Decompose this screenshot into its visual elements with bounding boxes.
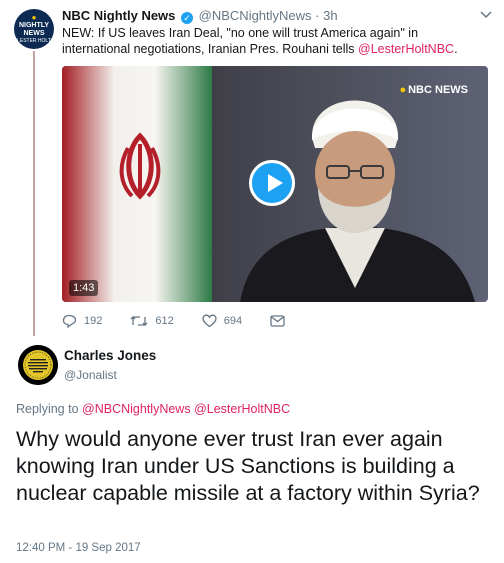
reply-author-name[interactable]: Charles Jones (64, 348, 156, 363)
mention-link[interactable]: @LesterHoltNBC (358, 42, 454, 56)
avatar-seal-image (18, 345, 58, 385)
tweet1-header: NBC Nightly News ✓ @NBCNightlyNews · 3h (62, 8, 338, 24)
reply-timestamp[interactable]: 12:40 PM - 19 Sep 2017 (16, 542, 141, 554)
replying-mention-lester[interactable]: @LesterHoltNBC (194, 402, 290, 416)
like-icon (202, 314, 217, 328)
tweet-age[interactable]: 3h (323, 8, 337, 23)
retweet-icon (130, 316, 148, 326)
reply-button[interactable]: 192 (62, 314, 102, 328)
nbc-avatar[interactable]: ● NIGHTLY NEWS LESTER HOLT (14, 9, 54, 49)
author-handle[interactable]: @NBCNightlyNews (199, 8, 312, 23)
charles-jones-avatar[interactable] (18, 345, 58, 385)
retweet-button[interactable]: 612 (130, 314, 174, 328)
avatar-text-nightly: NIGHTLY (18, 22, 50, 29)
tweet1-text-end: . (454, 42, 458, 56)
replying-mention-nbc[interactable]: @NBCNightlyNews (82, 402, 191, 416)
verified-icon: ✓ (181, 12, 194, 24)
nbc-news-badge: ● NBC NEWS (399, 84, 468, 96)
separator: · (315, 8, 320, 23)
dm-icon (270, 315, 285, 327)
iran-flag-image (62, 66, 212, 302)
play-icon[interactable] (249, 160, 295, 206)
reply-text: Why would anyone ever trust Iran ever ag… (16, 427, 480, 505)
peacock-logo-icon: ● (399, 84, 407, 96)
video-player[interactable]: ● NBC NEWS 1:43 (62, 66, 488, 302)
network-label: NBC NEWS (408, 84, 468, 96)
avatar-text-news: NEWS (23, 30, 45, 37)
peacock-icon: ● (31, 13, 37, 22)
tweet1-text: NEW: If US leaves Iran Deal, "no one wil… (62, 25, 487, 57)
reply-author-handle[interactable]: @Jonalist (64, 368, 117, 382)
tweet-actions: 192 612 694 (62, 314, 320, 328)
like-button[interactable]: 694 (202, 314, 242, 328)
retweet-count: 612 (155, 315, 174, 327)
replying-prefix: Replying to (16, 402, 79, 416)
thread-line (33, 51, 35, 336)
avatar-text-lester: LESTER HOLT (17, 38, 51, 44)
video-duration: 1:43 (69, 280, 99, 296)
reply-count: 192 (84, 315, 103, 327)
reply-icon (62, 314, 77, 328)
chevron-down-icon[interactable] (480, 8, 492, 22)
author-name[interactable]: NBC Nightly News (62, 8, 175, 23)
replying-to: Replying to @NBCNightlyNews @LesterHoltN… (16, 402, 290, 416)
dm-button[interactable] (270, 315, 292, 327)
like-count: 694 (223, 315, 243, 327)
